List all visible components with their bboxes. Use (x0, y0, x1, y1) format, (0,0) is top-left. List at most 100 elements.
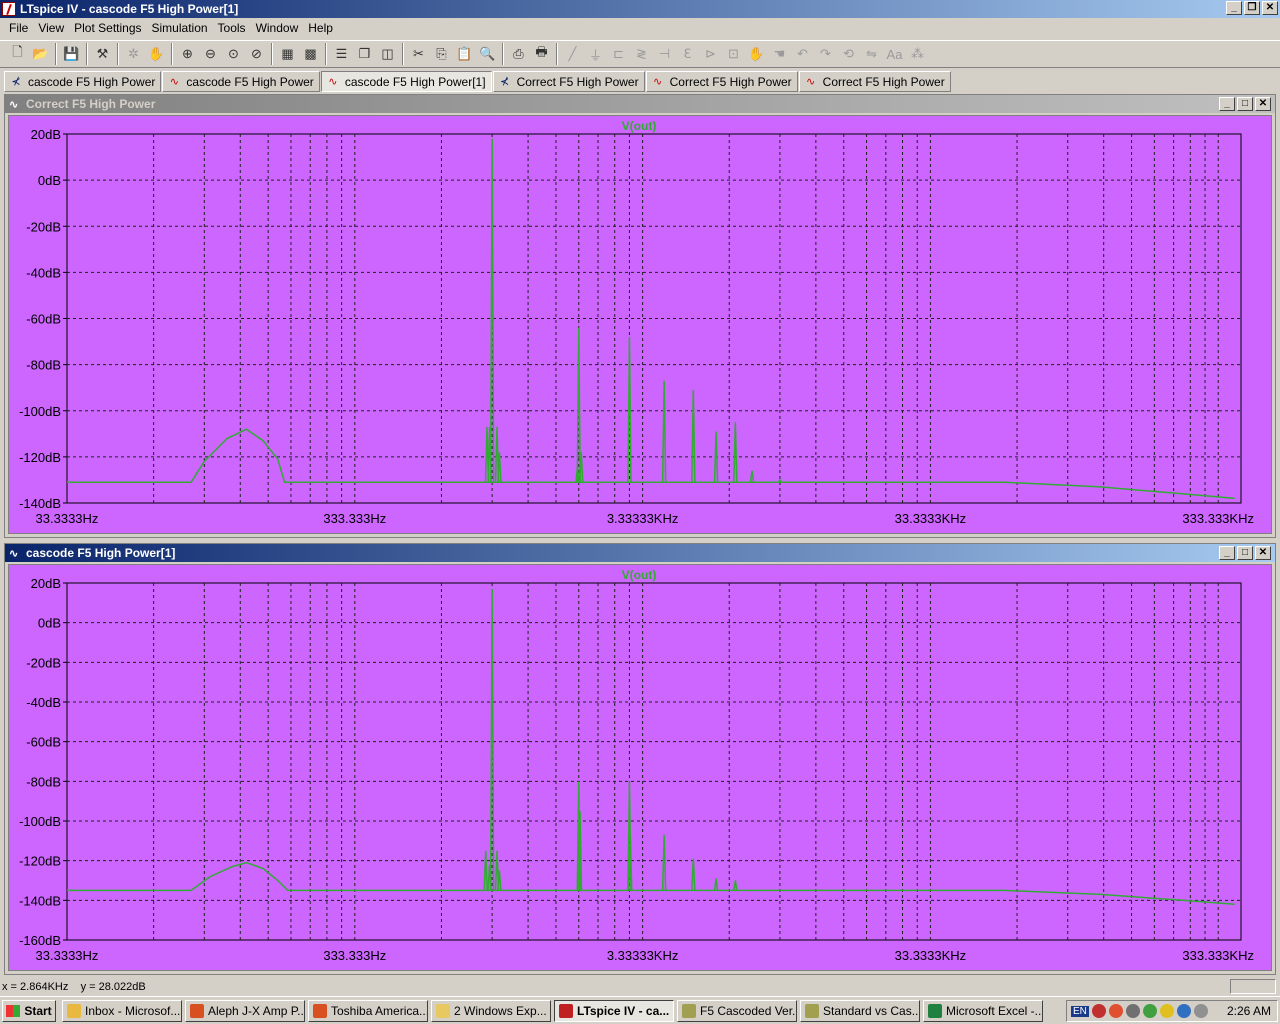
tile-vertical-icon[interactable]: ◫ (376, 43, 399, 65)
redo-icon[interactable]: ↷ (814, 43, 837, 65)
open-icon[interactable]: 📂 (29, 43, 52, 65)
drag-icon[interactable]: ☚ (768, 43, 791, 65)
x-tick-label: 333.333KHz (1182, 948, 1254, 963)
zoom-out-icon[interactable]: ⊖ (199, 43, 222, 65)
component-icon[interactable]: ⊡ (722, 43, 745, 65)
volume-icon[interactable] (1193, 1004, 1208, 1018)
copy-icon[interactable]: ⎘ (430, 43, 453, 65)
x-tick-label: 33.3333Hz (36, 948, 99, 963)
close-button[interactable]: ✕ (1255, 97, 1271, 111)
restore-button[interactable]: ❐ (1244, 1, 1260, 15)
control-panel-icon[interactable]: ⚒ (91, 43, 114, 65)
tab-plot-cascode[interactable]: ∿ cascode F5 High Power (162, 71, 320, 92)
maximize-button[interactable]: □ (1237, 546, 1253, 560)
harmonic-spike (713, 431, 719, 483)
menu-file[interactable]: File (4, 21, 33, 35)
plot-window-title: cascode F5 High Power[1] (26, 546, 176, 560)
tab-plot-correct-2[interactable]: ∿ Correct F5 High Power (798, 71, 951, 92)
tab-plot-correct[interactable]: ∿ Correct F5 High Power (645, 71, 798, 92)
ground-icon[interactable]: ⏚ (584, 43, 607, 65)
ltspice-app-icon[interactable] (2, 2, 16, 16)
taskbar-button[interactable]: F5 Cascoded Ver... (677, 999, 797, 1022)
taskbar-button[interactable]: 2 Windows Exp... (431, 999, 551, 1022)
plot-window-title-bar[interactable]: ∿ Correct F5 High Power _ □ ✕ (5, 95, 1275, 113)
grid-icon[interactable]: ▩ (299, 43, 322, 65)
tile-horizontal-icon[interactable]: ☰ (330, 43, 353, 65)
spectrum-plot[interactable]: 20dB 0dB -20dB -40dB -60dB -80dB -100dB -120dB -… (9, 565, 1271, 970)
language-indicator[interactable]: EN (1071, 1005, 1089, 1017)
network-icon[interactable] (1125, 1004, 1140, 1018)
plot-window-cascode[interactable]: ∿ cascode F5 High Power[1] _ □ ✕ 20dB 0dB… (4, 543, 1276, 975)
rotate-icon[interactable]: ⟲ (837, 43, 860, 65)
taskbar-button[interactable]: LTspice IV - ca... (554, 999, 674, 1022)
save-icon[interactable]: 💾 (60, 43, 83, 65)
app-icon (67, 1003, 81, 1018)
print-preview-icon[interactable]: ⎙ (507, 43, 530, 65)
start-button[interactable]: Start (2, 999, 56, 1022)
window-title: LTspice IV - cascode F5 High Power[1] (20, 2, 239, 16)
find-icon[interactable]: 🔍 (476, 43, 499, 65)
taskbar-button[interactable]: Inbox - Microsof... (62, 999, 182, 1022)
taskbar-button[interactable]: Microsoft Excel -... (923, 999, 1043, 1022)
new-schematic-icon[interactable]: 🗋 (6, 43, 29, 65)
paste-icon[interactable]: 📋 (453, 43, 476, 65)
plot-window-title-bar[interactable]: ∿ cascode F5 High Power[1] _ □ ✕ (5, 544, 1275, 562)
security-icon[interactable] (1108, 1004, 1123, 1018)
tab-schematic-correct[interactable]: ⊀ Correct F5 High Power (492, 71, 645, 92)
menu-help[interactable]: Help (303, 21, 338, 35)
minimize-button[interactable]: _ (1226, 1, 1242, 15)
display-icon[interactable] (1176, 1004, 1191, 1018)
plot-pane[interactable]: 20dB 0dB -20dB -40dB -60dB -80dB -100dB -120dB -… (8, 564, 1272, 971)
plot-pane[interactable]: 20dB 0dB -20dB -40dB -60dB -80dB -100dB -120dB -… (8, 115, 1272, 534)
y-tick-label: 20dB (31, 576, 61, 591)
waveform-icon: ∿ (169, 75, 180, 88)
zoom-cancel-icon[interactable]: ⊘ (245, 43, 268, 65)
cascade-icon[interactable]: ❐ (353, 43, 376, 65)
undo-icon[interactable]: ↶ (791, 43, 814, 65)
tab-plot-cascode-1[interactable]: ∿ cascode F5 High Power[1] (320, 71, 492, 92)
close-button[interactable]: ✕ (1255, 546, 1271, 560)
label-icon[interactable]: ⊏ (607, 43, 630, 65)
menu-view[interactable]: View (33, 21, 69, 35)
harmonic-spike (749, 470, 755, 483)
menu-simulation[interactable]: Simulation (147, 21, 213, 35)
y-tick-label: -60dB (26, 312, 61, 327)
plot-window-correct[interactable]: ∿ Correct F5 High Power _ □ ✕ 20dB 0dB -20… (4, 94, 1276, 538)
zoom-in-icon[interactable]: ⊕ (176, 43, 199, 65)
capacitor-icon[interactable]: ⊣ (653, 43, 676, 65)
move-icon[interactable]: ✋ (745, 43, 768, 65)
menu-window[interactable]: Window (251, 21, 304, 35)
trace-floor (67, 861, 1235, 906)
clock[interactable]: 2:26 AM (1227, 1004, 1271, 1018)
halt-icon[interactable]: ✋ (145, 43, 168, 65)
antivirus-icon[interactable] (1091, 1004, 1106, 1018)
maximize-button[interactable]: □ (1237, 97, 1253, 111)
spectrum-plot[interactable]: 20dB 0dB -20dB -40dB -60dB -80dB -100dB -120dB -… (9, 116, 1271, 533)
inductor-icon[interactable]: ℇ (676, 43, 699, 65)
taskbar-button[interactable]: Toshiba America... (308, 999, 428, 1022)
mirror-icon[interactable]: ⇋ (860, 43, 883, 65)
resistor-icon[interactable]: ≷ (630, 43, 653, 65)
cut-icon[interactable]: ✂ (407, 43, 430, 65)
diode-icon[interactable]: ⊳ (699, 43, 722, 65)
y-tick-label: -120dB (19, 854, 61, 869)
messenger-icon[interactable] (1159, 1004, 1174, 1018)
update-icon[interactable] (1142, 1004, 1157, 1018)
menu-plot-settings[interactable]: Plot Settings (69, 21, 146, 35)
zoom-fit-icon[interactable]: ⊙ (222, 43, 245, 65)
taskbar-button[interactable]: Standard vs Cas... (800, 999, 920, 1022)
trace-floor (67, 428, 1235, 500)
close-button[interactable]: ✕ (1262, 1, 1278, 15)
menu-tools[interactable]: Tools (213, 21, 251, 35)
run-icon[interactable]: ✲ (122, 43, 145, 65)
spice-directive-icon[interactable]: ⁂ (906, 43, 929, 65)
app-title-bar[interactable]: LTspice IV - cascode F5 High Power[1] _ … (0, 0, 1280, 18)
autorange-icon[interactable]: ▦ (276, 43, 299, 65)
tab-schematic-cascode[interactable]: ⊀ cascode F5 High Power (4, 71, 162, 92)
wire-icon[interactable]: ╱ (561, 43, 584, 65)
minimize-button[interactable]: _ (1219, 97, 1235, 111)
print-icon[interactable]: 🖶 (530, 43, 553, 65)
taskbar-button[interactable]: Aleph J-X Amp P... (185, 999, 305, 1022)
text-icon[interactable]: Aa (883, 43, 906, 65)
minimize-button[interactable]: _ (1219, 546, 1235, 560)
